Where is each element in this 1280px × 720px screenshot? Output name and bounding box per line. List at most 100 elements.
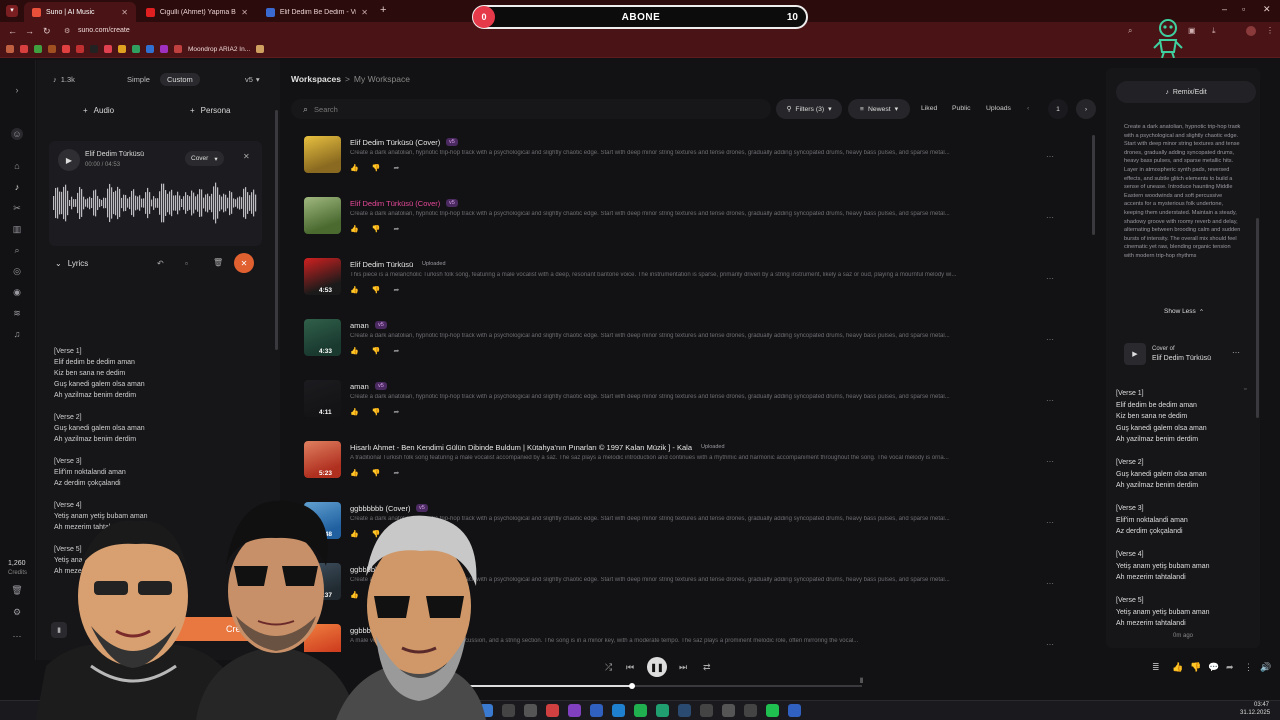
explore-icon[interactable]: ◉ (11, 286, 23, 298)
more-icon[interactable]: ⋯ (1046, 274, 1054, 283)
lyrics-header[interactable]: ⌄ Lyrics (55, 259, 88, 268)
search-icon[interactable]: ⌕ (11, 244, 23, 256)
bookmark-icon[interactable] (132, 45, 140, 53)
song-row[interactable]: 4:33 aman v5 Create a dark anatolian, hypno… (304, 319, 1064, 377)
share-icon[interactable]: ➦ (393, 408, 399, 416)
bookmark-icon[interactable] (104, 45, 112, 53)
site-info-icon[interactable]: ⚙ (64, 27, 70, 35)
audio-waveform[interactable] (53, 179, 258, 227)
pause-button[interactable]: ❚❚ (647, 657, 667, 677)
bookmark-icon[interactable] (146, 45, 154, 53)
song-title[interactable]: aman (350, 321, 369, 330)
dislike-icon[interactable]: 👎 (1190, 662, 1201, 673)
more-icon[interactable]: ⋯ (1046, 213, 1054, 222)
browser-menu-icon[interactable]: ▾ (6, 5, 18, 17)
task-view-icon[interactable] (524, 704, 537, 717)
previous-icon[interactable]: ⏮ (626, 662, 634, 673)
song-row[interactable]: Elif Dedim Türküsü (Cover) v5 Create a dar… (304, 136, 1064, 194)
tab-vikikaynak[interactable]: Elif Dedim Be Dedim - Vikikayn ✕ (258, 2, 376, 22)
spotify-icon[interactable] (634, 704, 647, 717)
song-title[interactable]: Elif Dedim Türküsü (350, 260, 413, 269)
play-button[interactable]: ▶ (58, 149, 80, 171)
add-audio-button[interactable]: + Audio (83, 106, 114, 115)
apps-icon[interactable] (6, 45, 14, 53)
more-icon[interactable]: ⋯ (1232, 348, 1240, 357)
browser-kebab-icon[interactable]: ⋮ (1266, 26, 1274, 35)
minimize-icon[interactable]: – (1222, 4, 1227, 14)
whatsapp-icon[interactable] (766, 704, 779, 717)
search-icon[interactable] (502, 704, 515, 717)
search-icon[interactable]: ⌕ (1128, 26, 1132, 36)
bookmark-moondrop[interactable]: Moondrop ARIA2 In... (188, 46, 250, 53)
dislike-icon[interactable]: 👎 (372, 225, 381, 233)
magic-lyrics-button[interactable]: ✕ (234, 253, 254, 273)
share-icon[interactable]: ➦ (393, 164, 399, 172)
bookmark-icon[interactable] (90, 45, 98, 53)
chrome-icon[interactable] (546, 704, 559, 717)
user-avatar[interactable]: ☺ (11, 128, 23, 140)
like-icon[interactable]: 👍 (350, 164, 359, 172)
bookmark-icon[interactable] (34, 45, 42, 53)
steam-icon[interactable] (678, 704, 691, 717)
more-icon[interactable]: ⋯ (11, 630, 23, 642)
close-icon[interactable]: ✕ (361, 8, 368, 17)
close-icon[interactable]: ✕ (241, 8, 248, 17)
reload-icon[interactable]: ↻ (43, 26, 51, 37)
undo-icon[interactable]: ↶ (157, 259, 164, 268)
progress-handle[interactable] (629, 683, 635, 689)
share-icon[interactable]: ➦ (393, 347, 399, 355)
settings-icon[interactable]: ⚙ (11, 606, 23, 618)
extensions-icon[interactable]: ▣ (1188, 26, 1196, 35)
app-icon[interactable] (700, 704, 713, 717)
like-icon[interactable]: 👍 (350, 225, 359, 233)
next-icon[interactable]: ⏭ (679, 662, 687, 673)
app-icon[interactable] (788, 704, 801, 717)
tab-cigulli[interactable]: Cigulli (Ahmet) Yapma Bana Nu ✕ (138, 2, 256, 22)
song-cover-art[interactable] (304, 197, 341, 234)
comment-icon[interactable]: 💬 (1208, 662, 1219, 673)
dislike-icon[interactable]: 👎 (372, 286, 381, 294)
dislike-icon[interactable]: 👎 (372, 347, 381, 355)
shuffle-icon[interactable]: ⤮ (605, 662, 612, 673)
remove-audio-icon[interactable]: ✕ (243, 152, 250, 161)
like-icon[interactable]: 👍 (350, 347, 359, 355)
version-select[interactable]: v5 ▾ (245, 72, 260, 86)
new-tab-icon[interactable]: + (380, 4, 386, 16)
more-icon[interactable]: ⋯ (1046, 396, 1054, 405)
app-icon[interactable] (612, 704, 625, 717)
mode-simple[interactable]: Simple (123, 73, 154, 86)
delete-icon[interactable]: 🗑 (213, 258, 223, 267)
bookmark-icon[interactable] (62, 45, 70, 53)
queue-icon[interactable]: ⦀ (860, 678, 863, 686)
collapse-sidebar-icon[interactable]: › (11, 84, 23, 96)
app-icon[interactable] (722, 704, 735, 717)
notifications-icon[interactable]: ♫ (11, 328, 23, 340)
more-icon[interactable]: ⋯ (1046, 640, 1054, 649)
share-icon[interactable]: ➦ (393, 469, 399, 477)
dislike-icon[interactable]: 👎 (372, 164, 381, 172)
song-title[interactable]: aman (350, 382, 369, 391)
hooks-icon[interactable]: ◎ (11, 265, 23, 277)
forward-icon[interactable]: → (25, 26, 34, 36)
filter-liked[interactable]: Liked (921, 105, 937, 112)
like-icon[interactable]: 👍 (350, 469, 359, 477)
repeat-icon[interactable]: ⇄ (703, 662, 711, 673)
page-number[interactable]: 1 (1048, 99, 1068, 119)
app-icon[interactable] (568, 704, 581, 717)
filter-uploads[interactable]: Uploads (986, 105, 1011, 112)
home-icon[interactable]: ⌂ (11, 160, 23, 172)
app-icon[interactable] (656, 704, 669, 717)
more-icon[interactable]: ⋯ (1046, 518, 1054, 527)
search-input[interactable]: ⌕ Search (291, 99, 771, 119)
scrollbar[interactable] (275, 110, 278, 350)
cover-select[interactable]: Cover ▾ (185, 151, 224, 166)
song-row[interactable]: Elif Dedim Türküsü (Cover) v5 Create a dar… (304, 197, 1064, 255)
bookmark-icon[interactable] (76, 45, 84, 53)
download-icon[interactable]: ⤓ (1212, 26, 1216, 36)
app-icon[interactable] (590, 704, 603, 717)
song-title[interactable]: Elif Dedim Türküsü (Cover) (350, 138, 440, 147)
song-row[interactable]: 4:11 aman v5 Create a dark anatolian, hypno… (304, 380, 1064, 438)
remix-edit-button[interactable]: ♪ Remix/Edit (1116, 81, 1256, 103)
radio-icon[interactable]: ≋ (11, 307, 23, 319)
more-icon[interactable]: ⋮ (1244, 662, 1253, 673)
